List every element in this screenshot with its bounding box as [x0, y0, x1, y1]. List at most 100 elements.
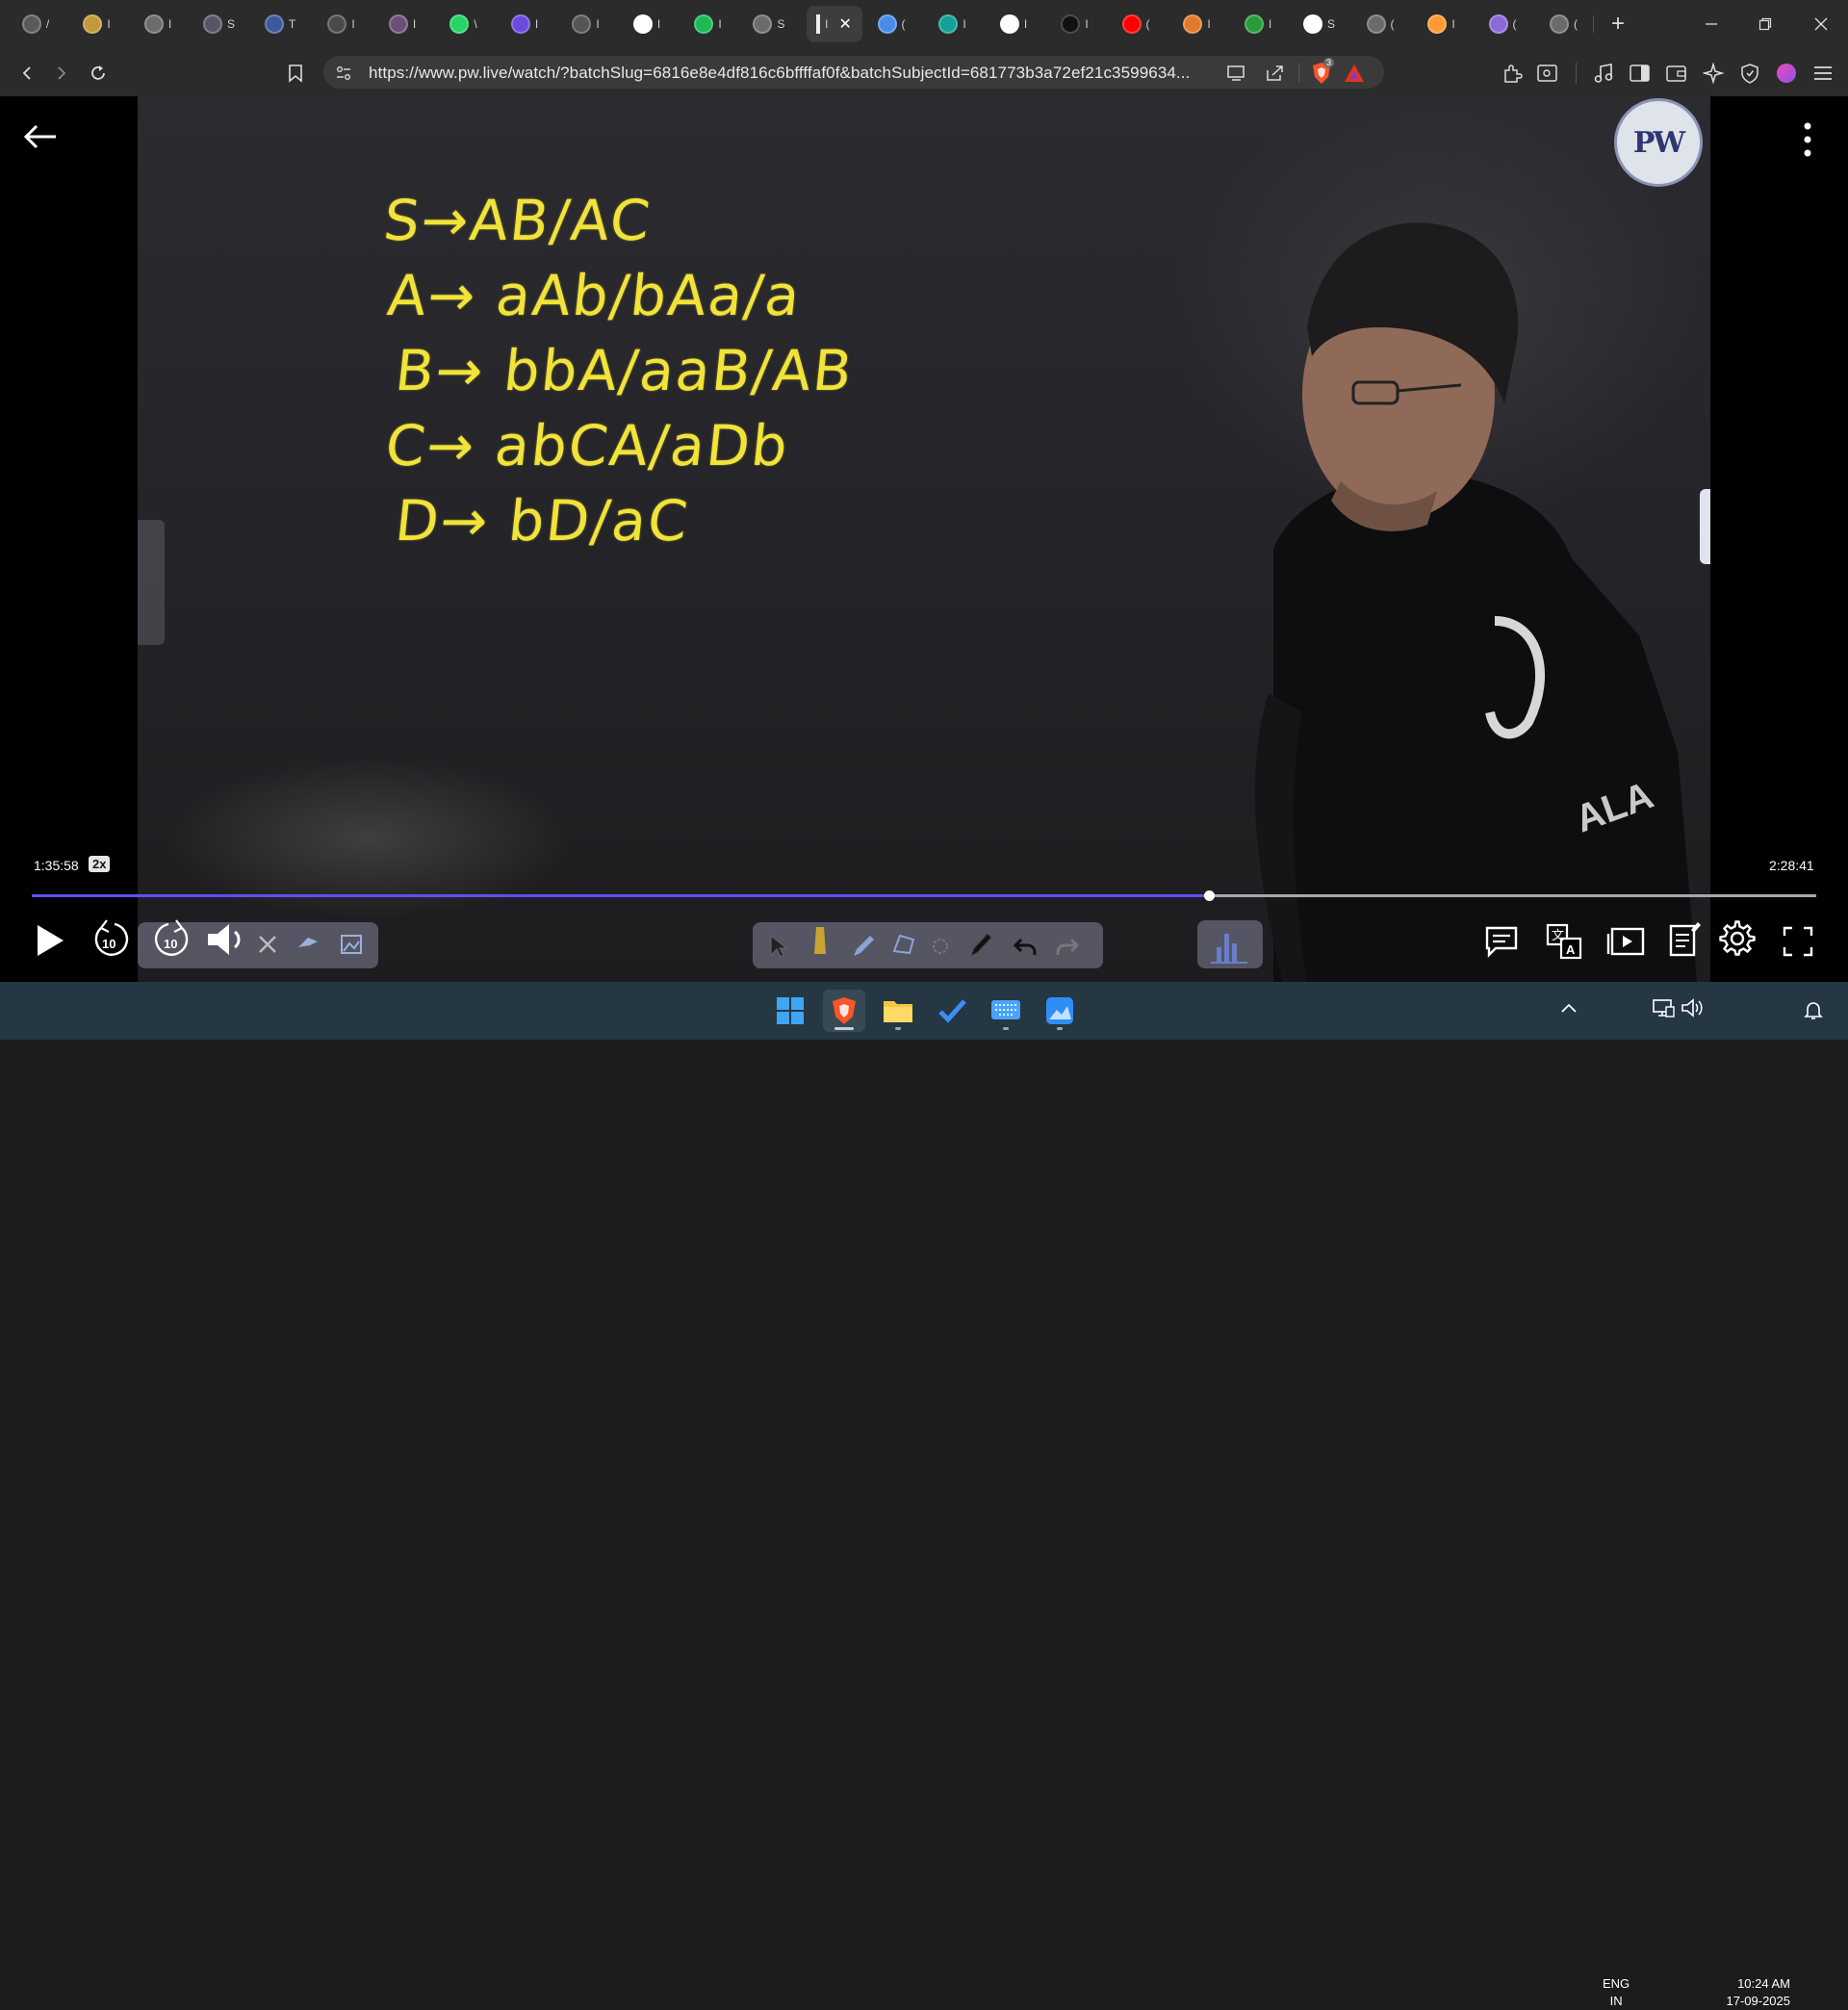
- close-tab-icon[interactable]: ✕: [838, 14, 851, 34]
- new-tab-button[interactable]: +: [1601, 6, 1635, 42]
- browser-tab[interactable]: I ✕: [806, 6, 862, 42]
- more-options-icon[interactable]: [1798, 120, 1817, 159]
- divider: [1576, 63, 1577, 84]
- browser-tab[interactable]: I: [562, 6, 610, 42]
- mini-player-button[interactable]: [1604, 920, 1647, 963]
- taskbar-brave[interactable]: [823, 990, 865, 1032]
- system-clock[interactable]: 10:24 AM 17-09-2025: [1711, 1975, 1791, 2010]
- tab-title: I: [1268, 17, 1272, 31]
- browser-tab[interactable]: I: [1051, 6, 1099, 42]
- right-panel-handle[interactable]: [1700, 489, 1710, 564]
- show-hidden-icons[interactable]: [1559, 999, 1582, 1022]
- browser-tab[interactable]: I: [73, 6, 121, 42]
- circle-icon: [1488, 14, 1508, 34]
- minimize-button[interactable]: [1684, 0, 1738, 48]
- taskbar-todo[interactable]: [931, 990, 973, 1032]
- play-button[interactable]: [29, 916, 71, 965]
- taskbar-photos[interactable]: [1039, 990, 1081, 1032]
- undo-icon[interactable]: [1011, 932, 1040, 961]
- chat-button[interactable]: [1480, 920, 1523, 963]
- browser-tab[interactable]: S: [745, 6, 793, 42]
- profile-icon[interactable]: [1773, 60, 1800, 87]
- site-settings-icon[interactable]: [333, 63, 354, 84]
- browser-tab[interactable]: S: [195, 6, 244, 42]
- eraser-tool-icon[interactable]: [928, 934, 953, 959]
- browser-tab[interactable]: (: [1478, 6, 1527, 42]
- close-window-button[interactable]: [1794, 0, 1848, 48]
- poll-tool[interactable]: [1197, 920, 1263, 968]
- shape-tool-icon[interactable]: [889, 930, 918, 959]
- cast-icon[interactable]: [1225, 62, 1248, 85]
- fullscreen-button[interactable]: [1777, 920, 1819, 963]
- media-icon[interactable]: [1590, 60, 1617, 87]
- svg-text:10: 10: [164, 937, 177, 951]
- reload-button[interactable]: [85, 60, 112, 87]
- browser-tab[interactable]: (: [1112, 6, 1160, 42]
- start-button[interactable]: [769, 990, 811, 1032]
- browser-tab[interactable]: I: [134, 6, 182, 42]
- browser-tab[interactable]: I: [684, 6, 732, 42]
- url-text[interactable]: https://www.pw.live/watch/?batchSlug=681…: [369, 64, 1190, 83]
- browser-tab[interactable]: I: [623, 6, 671, 42]
- browser-tab[interactable]: S: [1296, 6, 1344, 42]
- clock-time: 10:24 AM: [1737, 1976, 1790, 1991]
- reader-icon[interactable]: [1534, 60, 1561, 87]
- browser-tab[interactable]: I: [1173, 6, 1221, 42]
- notifications-icon[interactable]: [1804, 999, 1827, 1022]
- marker-tool-icon[interactable]: [806, 922, 834, 957]
- restore-button[interactable]: [1738, 0, 1792, 48]
- taskbar-keyboard[interactable]: [985, 990, 1027, 1032]
- browser-tab[interactable]: I: [989, 6, 1038, 42]
- leo-ai-icon[interactable]: [1700, 60, 1727, 87]
- progress-bar[interactable]: [32, 890, 1816, 901]
- pen-tool-icon[interactable]: [966, 930, 995, 959]
- forward-button[interactable]: [48, 60, 75, 87]
- language-indicator[interactable]: ENG IN: [1603, 1975, 1630, 2010]
- sidebar-icon[interactable]: [1627, 60, 1654, 87]
- bookmark-button[interactable]: [282, 60, 309, 87]
- browser-tab[interactable]: /: [12, 6, 60, 42]
- vpn-icon[interactable]: [1736, 60, 1763, 87]
- network-icon[interactable]: [1652, 997, 1679, 1024]
- menu-icon[interactable]: [1810, 60, 1836, 87]
- browser-tab[interactable]: (: [1540, 6, 1588, 42]
- share-icon[interactable]: [1264, 62, 1287, 85]
- browser-tab[interactable]: I: [318, 6, 366, 42]
- browser-tab[interactable]: I: [378, 6, 426, 42]
- extensions-icon[interactable]: [1499, 60, 1526, 87]
- browser-tab[interactable]: I: [1234, 6, 1282, 42]
- browser-tab[interactable]: I: [500, 6, 549, 42]
- close-tools-icon[interactable]: [253, 930, 282, 959]
- notes-button[interactable]: [1663, 916, 1706, 963]
- brave-shields-icon[interactable]: 3: [1309, 58, 1335, 86]
- browser-tab[interactable]: (: [867, 6, 915, 42]
- forward-10-button[interactable]: 10: [151, 916, 193, 963]
- volume-tray-icon[interactable]: [1681, 997, 1707, 1024]
- pencil-tool-icon[interactable]: [849, 932, 878, 961]
- screenshot-tool-icon[interactable]: [337, 930, 366, 959]
- tab-title: \: [474, 17, 477, 31]
- browser-tab[interactable]: \: [440, 6, 488, 42]
- back-arrow-icon[interactable]: [21, 117, 60, 156]
- translate-button[interactable]: 文A: [1543, 920, 1585, 963]
- browser-tab[interactable]: T: [256, 6, 304, 42]
- volume-button[interactable]: [205, 916, 253, 963]
- progress-knob[interactable]: [1203, 890, 1215, 901]
- playback-speed-badge[interactable]: 2x: [89, 856, 111, 872]
- wallet-icon[interactable]: [1663, 60, 1690, 87]
- select-tool-icon[interactable]: [764, 932, 793, 961]
- brave-rewards-icon[interactable]: [1342, 61, 1367, 86]
- browser-tab[interactable]: I: [929, 6, 977, 42]
- browser-tab[interactable]: I: [1418, 6, 1466, 42]
- settings-button[interactable]: [1716, 917, 1758, 960]
- pointer-tool-icon[interactable]: [294, 930, 322, 959]
- video-player[interactable]: ALA S→AB/AC A→ aAb/bAa/a B→ bbA/aaB/AB C→ a…: [0, 96, 1848, 982]
- taskbar-file-explorer[interactable]: [877, 990, 919, 1032]
- back-button[interactable]: [13, 60, 40, 87]
- chart-icon: [1244, 14, 1264, 34]
- address-bar[interactable]: https://www.pw.live/watch/?batchSlug=681…: [323, 56, 1384, 89]
- redo-icon[interactable]: [1053, 932, 1082, 961]
- rewind-10-button[interactable]: 10: [90, 916, 132, 963]
- side-panel-handle[interactable]: [138, 520, 165, 645]
- browser-tab[interactable]: (: [1356, 6, 1404, 42]
